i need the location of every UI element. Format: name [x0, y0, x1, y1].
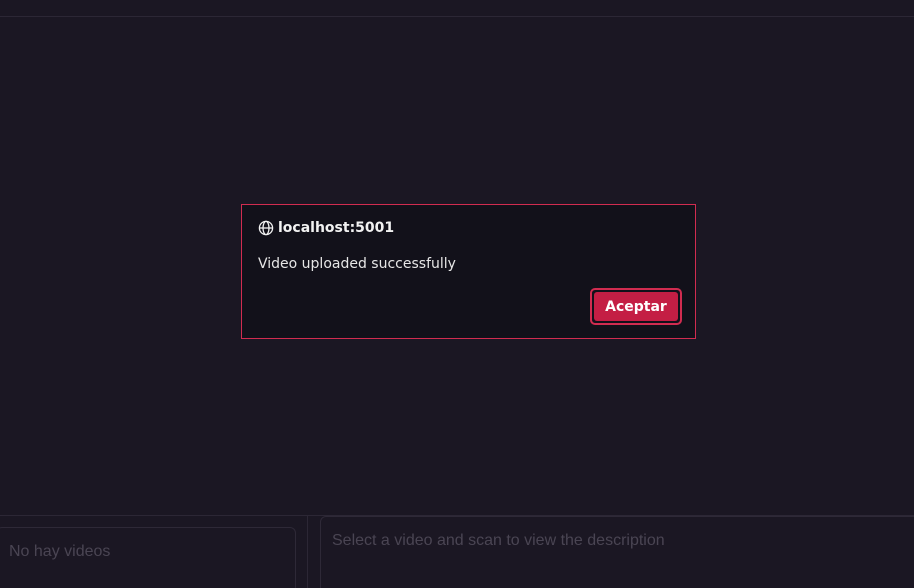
dialog-header: localhost:5001 [258, 220, 394, 236]
dialog-message: Video uploaded successfully [258, 256, 456, 272]
video-list-empty-text: No hay videos [9, 543, 111, 560]
description-placeholder: Select a video and scan to view the desc… [332, 532, 665, 549]
video-list: No hay videos [0, 527, 296, 588]
description-panel: Select a video and scan to view the desc… [320, 516, 914, 588]
bottom-panel: No hay videos Select a video and scan to… [0, 515, 914, 588]
accept-button[interactable]: Aceptar [590, 288, 682, 325]
dialog-origin-title: localhost:5001 [278, 220, 395, 236]
alert-dialog: localhost:5001 Video uploaded successful… [241, 204, 696, 339]
panel-divider[interactable] [307, 516, 308, 588]
accept-button-label: Aceptar [594, 292, 678, 321]
page: No hay videos Select a video and scan to… [0, 0, 914, 588]
globe-icon [258, 220, 274, 236]
top-bar [0, 0, 914, 17]
